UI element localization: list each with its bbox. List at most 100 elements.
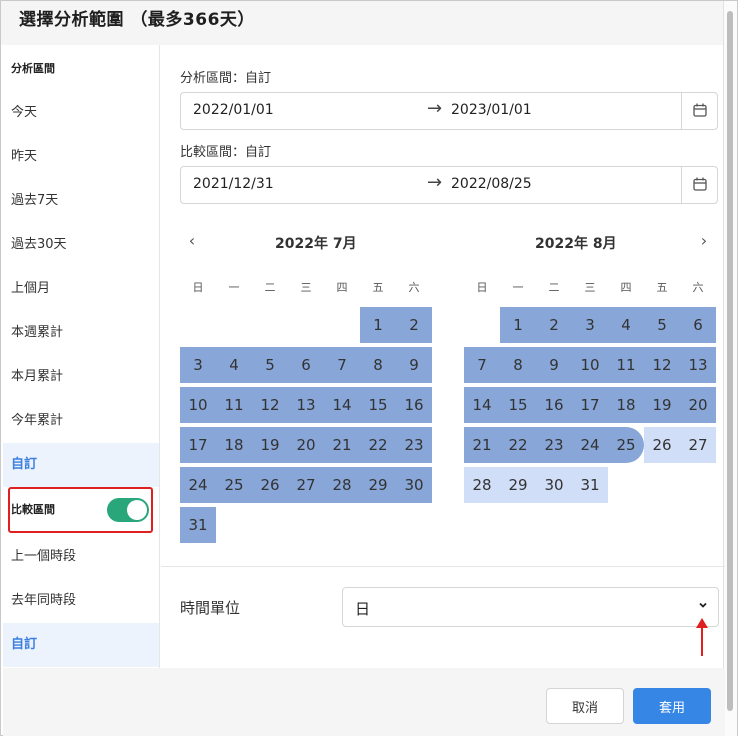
weekday-header: 二 (264, 281, 276, 294)
calendar-day[interactable]: 21 (324, 427, 360, 463)
calendar-day[interactable]: 3 (572, 307, 608, 343)
calendar-day[interactable]: 29 (500, 467, 536, 503)
calendar-day[interactable]: 15 (360, 387, 396, 423)
scrollbar-thumb[interactable] (727, 11, 733, 711)
calendar-day[interactable]: 6 (288, 347, 324, 383)
calendar-day[interactable]: 15 (500, 387, 536, 423)
calendar-day[interactable]: 6 (680, 307, 716, 343)
analysis-end-date[interactable]: 2023/01/01 (451, 102, 532, 118)
calendar-day[interactable]: 3 (180, 347, 216, 383)
compare-start-date[interactable]: 2021/12/31 (193, 176, 274, 192)
next-month-button[interactable]: › (694, 231, 714, 250)
time-unit-select[interactable]: 日 (342, 587, 719, 627)
calendar-day[interactable]: 2 (536, 307, 572, 343)
sidebar-item-last-month[interactable]: 上個月 (3, 267, 159, 311)
sidebar-item-year-to-date[interactable]: 今年累計 (3, 399, 159, 443)
calendar-day[interactable]: 12 (644, 347, 680, 383)
compare-range-input[interactable]: 2021/12/31 → 2022/08/25 (180, 166, 718, 204)
calendar-day[interactable]: 7 (324, 347, 360, 383)
sidebar-item-month-to-date[interactable]: 本月累計 (3, 355, 159, 399)
sidebar-item-last-7-days[interactable]: 過去7天 (3, 179, 159, 223)
calendar-day[interactable]: 10 (572, 347, 608, 383)
sidebar-item-today[interactable]: 今天 (3, 91, 159, 135)
calendar-day[interactable]: 22 (500, 427, 536, 463)
calendar-day[interactable]: 8 (360, 347, 396, 383)
calendar-day[interactable]: 4 (216, 347, 252, 383)
calendar-day[interactable]: 8 (500, 347, 536, 383)
calendar-day[interactable]: 25 (216, 467, 252, 503)
calendar-day[interactable]: 1 (360, 307, 396, 343)
calendar-day[interactable]: 23 (396, 427, 432, 463)
calendar-day[interactable]: 14 (464, 387, 500, 423)
calendar-day[interactable]: 23 (536, 427, 572, 463)
weekday-header: 一 (228, 281, 240, 294)
weekday-header: 日 (192, 281, 204, 294)
calendar-day[interactable]: 1 (500, 307, 536, 343)
sidebar-item-compare-custom[interactable]: 自訂 (3, 623, 159, 667)
calendar-day[interactable]: 31 (572, 467, 608, 503)
sidebar-item-custom[interactable]: 自訂 (3, 443, 159, 487)
calendar-day[interactable]: 24 (180, 467, 216, 503)
cancel-button[interactable]: 取消 (546, 688, 624, 724)
annotation-highlight-box (8, 487, 153, 533)
prev-month-button[interactable]: ‹ (182, 231, 202, 250)
calendar-day[interactable]: 30 (396, 467, 432, 503)
calendar-day[interactable]: 31 (180, 507, 216, 543)
calendar-day[interactable]: 5 (644, 307, 680, 343)
calendar-day[interactable]: 16 (536, 387, 572, 423)
annotation-arrow-icon (696, 618, 708, 656)
calendar-day[interactable]: 2 (396, 307, 432, 343)
sidebar-item-week-to-date[interactable]: 本週累計 (3, 311, 159, 355)
weekday-header: 四 (336, 281, 348, 294)
calendar-day[interactable]: 9 (396, 347, 432, 383)
sidebar-item-last-30-days[interactable]: 過去30天 (3, 223, 159, 267)
calendar-day[interactable]: 30 (536, 467, 572, 503)
analysis-start-date[interactable]: 2022/01/01 (193, 102, 274, 118)
weekday-header: 三 (300, 281, 312, 294)
calendar-day[interactable]: 20 (680, 387, 716, 423)
arrow-right-icon: → (427, 172, 443, 193)
calendar-day[interactable]: 29 (360, 467, 396, 503)
calendar-day[interactable]: 19 (644, 387, 680, 423)
calendar-icon (693, 177, 707, 191)
calendar-day[interactable]: 11 (608, 347, 644, 383)
weekday-header: 日 (476, 281, 488, 294)
calendar-day[interactable]: 28 (464, 467, 500, 503)
compare-end-date[interactable]: 2022/08/25 (451, 176, 532, 192)
calendar-day[interactable]: 25 (608, 427, 644, 463)
calendar-day[interactable]: 10 (180, 387, 216, 423)
calendar-day[interactable]: 14 (324, 387, 360, 423)
calendar-day[interactable]: 24 (572, 427, 608, 463)
calendar-day[interactable]: 27 (680, 427, 716, 463)
calendar-day[interactable]: 13 (288, 387, 324, 423)
calendar-day[interactable]: 17 (180, 427, 216, 463)
calendar-day[interactable]: 28 (324, 467, 360, 503)
calendar-day[interactable]: 5 (252, 347, 288, 383)
calendar-day[interactable]: 17 (572, 387, 608, 423)
calendar-day[interactable]: 27 (288, 467, 324, 503)
apply-button[interactable]: 套用 (633, 688, 711, 724)
calendar-day[interactable]: 18 (608, 387, 644, 423)
calendar-day[interactable]: 26 (252, 467, 288, 503)
calendar-day[interactable]: 9 (536, 347, 572, 383)
calendar-day[interactable]: 11 (216, 387, 252, 423)
scrollbar[interactable] (723, 1, 737, 736)
calendar-day[interactable]: 16 (396, 387, 432, 423)
weekday-header: 四 (620, 281, 632, 294)
calendar-day[interactable]: 22 (360, 427, 396, 463)
calendar-day[interactable]: 7 (464, 347, 500, 383)
compare-calendar-button[interactable] (681, 167, 717, 203)
calendar-day[interactable]: 12 (252, 387, 288, 423)
analysis-range-input[interactable]: 2022/01/01 → 2023/01/01 (180, 92, 718, 130)
calendar-day[interactable]: 20 (288, 427, 324, 463)
sidebar-item-same-period-last-year[interactable]: 去年同時段 (3, 579, 159, 623)
sidebar-item-previous-period[interactable]: 上一個時段 (3, 535, 159, 579)
calendar-day[interactable]: 26 (644, 427, 680, 463)
analysis-calendar-button[interactable] (681, 93, 717, 129)
calendar-day[interactable]: 4 (608, 307, 644, 343)
calendar-day[interactable]: 21 (464, 427, 500, 463)
calendar-day[interactable]: 13 (680, 347, 716, 383)
calendar-day[interactable]: 18 (216, 427, 252, 463)
sidebar-item-yesterday[interactable]: 昨天 (3, 135, 159, 179)
calendar-day[interactable]: 19 (252, 427, 288, 463)
